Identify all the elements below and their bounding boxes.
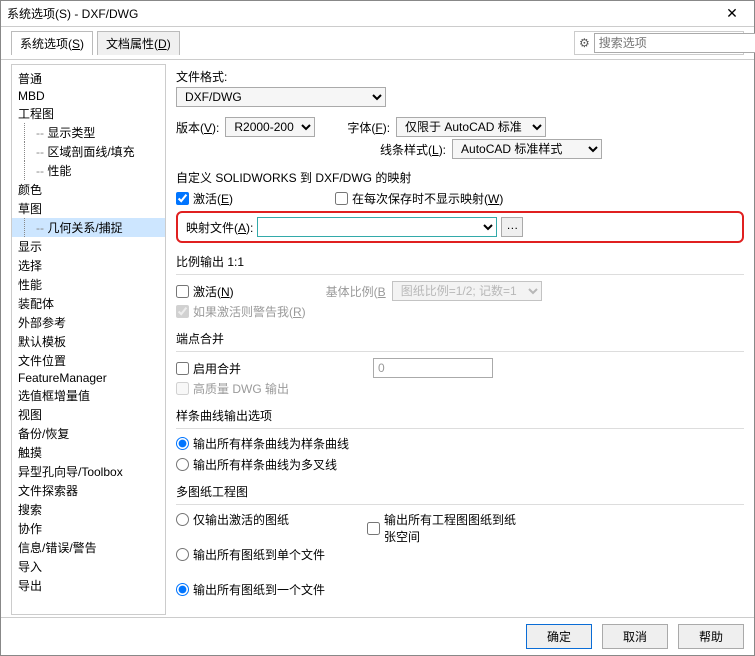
sidebar-item[interactable]: FeatureManager xyxy=(12,370,165,386)
sidebar-item[interactable]: 选择 xyxy=(12,256,165,275)
enable-merge-checkbox[interactable]: 启用合并 xyxy=(176,360,241,377)
version-label: 版本(V): xyxy=(176,119,219,136)
mapping-file-select[interactable] xyxy=(257,217,497,237)
multi-opt2-radio[interactable]: 输出所有图纸到单个文件 xyxy=(176,546,325,563)
scale-title: 比例输出 1:1 xyxy=(176,253,744,270)
sidebar-item[interactable]: 导出 xyxy=(12,576,165,595)
sidebar-item[interactable]: 备份/恢复 xyxy=(12,424,165,443)
sidebar-item[interactable]: 性能 xyxy=(12,275,165,294)
sidebar-item[interactable]: 文件位置 xyxy=(12,351,165,370)
noshow-checkbox[interactable]: 在每次保存时不显示映射(W) xyxy=(335,190,503,207)
gear-icon: ⚙ xyxy=(579,36,590,50)
tab-document-properties[interactable]: 文档属性(D) xyxy=(97,31,180,55)
mapping-file-label: 映射文件(A): xyxy=(186,219,253,236)
sidebar-item[interactable]: 选值框增量值 xyxy=(12,386,165,405)
content-panel: 文件格式: DXF/DWG 版本(V): R2000-2002 字体(F): 仅… xyxy=(168,60,754,619)
sidebar-subitem[interactable]: -- 显示类型 xyxy=(12,123,165,142)
title-bar: 系统选项(S) - DXF/DWG ✕ xyxy=(1,1,754,27)
sidebar-item[interactable]: 工程图 xyxy=(12,104,165,123)
paper-space-checkbox[interactable]: 输出所有工程图图纸到纸张空间 xyxy=(367,511,517,545)
base-scale-label: 基体比例(B xyxy=(326,283,386,300)
mapping-file-highlight: 映射文件(A): … xyxy=(176,211,744,243)
hq-dwg-checkbox: 高质量 DWG 输出 xyxy=(176,380,289,397)
sidebar-item[interactable]: 外部参考 xyxy=(12,313,165,332)
spline-opt2-radio[interactable]: 输出所有样条曲线为多叉线 xyxy=(176,456,744,473)
sidebar-item[interactable]: 信息/错误/警告 xyxy=(12,538,165,557)
version-select[interactable]: R2000-2002 xyxy=(225,117,315,137)
spline-section: 样条曲线输出选项 输出所有样条曲线为样条曲线 输出所有样条曲线为多叉线 xyxy=(176,407,744,473)
sidebar-item[interactable]: 异型孔向导/Toolbox xyxy=(12,462,165,481)
tabs: 系统选项(S) 文档属性(D) xyxy=(11,31,180,55)
search-input[interactable] xyxy=(594,33,755,53)
activate-checkbox[interactable]: 激活(E) xyxy=(176,190,233,207)
search-box[interactable]: ⚙ 🔍 xyxy=(574,31,744,55)
close-icon[interactable]: ✕ xyxy=(716,3,748,25)
spline-title: 样条曲线输出选项 xyxy=(176,407,744,424)
mapping-title: 自定义 SOLIDWORKS 到 DXF/DWG 的映射 xyxy=(176,169,744,186)
footer: 确定 取消 帮助 xyxy=(1,617,754,655)
multi-opt1-radio[interactable]: 仅输出激活的图纸 xyxy=(176,511,325,528)
linestyle-select[interactable]: AutoCAD 标准样式 xyxy=(452,139,602,159)
sidebar: 普通 MBD 工程图 -- 显示类型 -- 区域剖面线/填充 -- 性能 颜色 … xyxy=(11,64,166,615)
sidebar-item[interactable]: 文件探索器 xyxy=(12,481,165,500)
multi-opt3-radio[interactable]: 输出所有图纸到一个文件 xyxy=(176,581,325,598)
mapping-section: 自定义 SOLIDWORKS 到 DXF/DWG 的映射 激活(E) 在每次保存… xyxy=(176,169,744,243)
base-scale-select: 图纸比例=1/2; 记数=1 xyxy=(392,281,542,301)
cancel-button[interactable]: 取消 xyxy=(602,624,668,649)
sidebar-item[interactable]: 视图 xyxy=(12,405,165,424)
tab-system-options[interactable]: 系统选项(S) xyxy=(11,31,93,55)
endpoint-section: 端点合并 启用合并 高质量 DWG 输出 xyxy=(176,330,744,397)
sidebar-item[interactable]: MBD xyxy=(12,88,165,104)
spline-opt1-radio[interactable]: 输出所有样条曲线为样条曲线 xyxy=(176,435,744,452)
sidebar-item[interactable]: 触摸 xyxy=(12,443,165,462)
sidebar-item[interactable]: 显示 xyxy=(12,237,165,256)
help-button[interactable]: 帮助 xyxy=(678,624,744,649)
scale-activate-checkbox[interactable]: 激活(N) xyxy=(176,283,234,300)
file-format-label: 文件格式: xyxy=(176,68,227,85)
font-select[interactable]: 仅限于 AutoCAD 标准 xyxy=(396,117,546,137)
warn-checkbox: 如果激活则警告我(R) xyxy=(176,303,306,320)
top-bar: 系统选项(S) 文档属性(D) ⚙ 🔍 xyxy=(1,27,754,59)
endpoint-title: 端点合并 xyxy=(176,330,744,347)
file-format-select[interactable]: DXF/DWG xyxy=(176,87,386,107)
sidebar-item[interactable]: 默认模板 xyxy=(12,332,165,351)
sidebar-item[interactable]: 协作 xyxy=(12,519,165,538)
sidebar-item[interactable]: 颜色 xyxy=(12,180,165,199)
linestyle-label: 线条样式(L): xyxy=(380,141,446,158)
sidebar-subitem[interactable]: -- 性能 xyxy=(12,161,165,180)
multisheet-title: 多图纸工程图 xyxy=(176,483,744,500)
sidebar-subitem[interactable]: -- 区域剖面线/填充 xyxy=(12,142,165,161)
sidebar-item[interactable]: 搜索 xyxy=(12,500,165,519)
sidebar-item[interactable]: 普通 xyxy=(12,69,165,88)
browse-button[interactable]: … xyxy=(501,217,523,237)
sidebar-item[interactable]: 草图 xyxy=(12,199,165,218)
merge-value-input xyxy=(373,358,493,378)
ok-button[interactable]: 确定 xyxy=(526,624,592,649)
sidebar-subitem-selected[interactable]: -- 几何关系/捕捉 xyxy=(12,218,165,237)
scale-section: 比例输出 1:1 激活(N) 基体比例(B 图纸比例=1/2; 记数=1 如果激… xyxy=(176,253,744,320)
window-title: 系统选项(S) - DXF/DWG xyxy=(7,5,716,22)
sidebar-item[interactable]: 导入 xyxy=(12,557,165,576)
sidebar-item[interactable]: 装配体 xyxy=(12,294,165,313)
font-label: 字体(F): xyxy=(347,119,390,136)
main-area: 普通 MBD 工程图 -- 显示类型 -- 区域剖面线/填充 -- 性能 颜色 … xyxy=(1,59,754,619)
multisheet-section: 多图纸工程图 仅输出激活的图纸 输出所有图纸到单个文件 输出所有图纸到一个文件 … xyxy=(176,483,744,598)
